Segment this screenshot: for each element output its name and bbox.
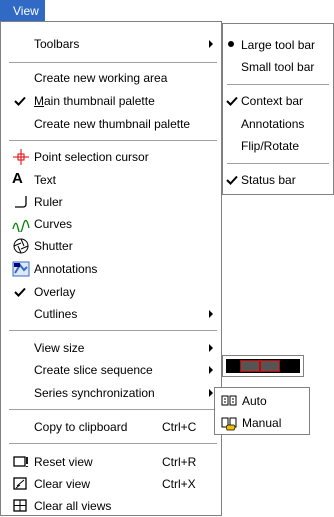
menu-item-label: Clear view xyxy=(34,477,91,491)
shortcut-label: Ctrl+R xyxy=(162,455,197,469)
slice-cell[interactable] xyxy=(260,360,280,372)
checkmark-icon xyxy=(14,287,26,297)
shortcut-label: Ctrl+X xyxy=(162,477,196,491)
menu-item-label: Annotations xyxy=(34,262,98,276)
submenu-arrow-icon xyxy=(209,366,213,374)
menu-item-label: View size xyxy=(34,341,85,355)
crosshair-icon xyxy=(13,149,29,165)
slice-sequence-grid[interactable] xyxy=(226,359,300,373)
menu-item-label: Context bar xyxy=(241,94,304,108)
clear-all-views-icon xyxy=(13,499,27,512)
menu-item-label: Series synchronization xyxy=(34,386,155,400)
separator xyxy=(9,330,217,331)
menu-item-label: Ruler xyxy=(34,195,63,209)
separator xyxy=(227,163,329,164)
separator xyxy=(227,84,329,85)
menu-item-main-thumbnail-palette[interactable]: Main thumbnail palette xyxy=(1,90,221,112)
checkmark-icon xyxy=(14,96,26,106)
menu-item-overlay[interactable]: Overlay xyxy=(1,281,221,303)
manual-sync-icon xyxy=(221,417,237,431)
menu-item-label: Create new working area xyxy=(34,71,168,85)
menu-item-curves[interactable]: Curves xyxy=(1,213,221,235)
menu-item-context-bar[interactable]: Context bar xyxy=(223,90,333,112)
menu-item-shutter[interactable]: Shutter xyxy=(1,235,221,257)
separator xyxy=(9,62,217,63)
menu-item-label: Create slice sequence xyxy=(34,363,153,377)
slice-cell[interactable] xyxy=(240,360,260,372)
view-menu-label: View xyxy=(13,3,39,18)
menu-item-label-text: ain thumbnail palette xyxy=(44,94,155,108)
shutter-icon xyxy=(13,238,29,254)
menu-item-label: Cutlines xyxy=(34,307,78,321)
clear-view-icon xyxy=(13,477,27,490)
menu-item-text[interactable]: A Text xyxy=(1,169,221,191)
menu-item-cutlines[interactable]: Cutlines xyxy=(1,303,221,325)
text-icon: A xyxy=(12,170,23,187)
menu-item-label: Small tool bar xyxy=(241,60,315,74)
submenu-arrow-icon xyxy=(209,344,213,352)
menu-item-toolbars[interactable]: Toolbars xyxy=(1,33,221,55)
menu-item-label: Annotations xyxy=(241,117,305,131)
reset-view-icon xyxy=(13,456,28,467)
series-synchronization-submenu: Auto Manual xyxy=(214,387,310,435)
menu-item-label: Create new thumbnail palette xyxy=(34,117,191,131)
menu-item-label: Toolbars xyxy=(34,37,80,51)
menu-item-copy-to-clipboard[interactable]: Copy to clipboard Ctrl+C xyxy=(1,416,221,438)
shortcut-label: Ctrl+C xyxy=(162,420,197,434)
menu-item-label: Point selection cursor xyxy=(34,150,149,164)
checkmark-icon xyxy=(226,175,238,185)
submenu-arrow-icon xyxy=(209,389,213,397)
menu-item-create-new-working-area[interactable]: Create new working area xyxy=(1,67,221,89)
menu-item-view-size[interactable]: View size xyxy=(1,337,221,359)
menu-item-large-tool-bar[interactable]: Large tool bar xyxy=(223,34,333,56)
menu-item-clear-view[interactable]: Clear view Ctrl+X xyxy=(1,473,221,495)
menu-item-label: Large tool bar xyxy=(241,38,316,52)
separator xyxy=(9,140,217,141)
menu-item-create-slice-sequence[interactable]: Create slice sequence xyxy=(1,359,221,381)
menu-item-label: Text xyxy=(34,173,57,187)
menu-item-point-selection-cursor[interactable]: Point selection cursor xyxy=(1,146,221,168)
menu-item-label: Auto xyxy=(242,394,267,408)
separator xyxy=(9,443,217,444)
slice-sequence-submenu xyxy=(222,355,304,377)
menu-item-annotations-toolbar[interactable]: Annotations xyxy=(223,113,333,135)
radio-bullet-icon xyxy=(228,41,234,47)
menu-item-manual-sync[interactable]: Manual xyxy=(215,412,309,434)
menu-item-annotations[interactable]: Annotations xyxy=(1,258,221,280)
menu-item-label: Copy to clipboard xyxy=(34,420,128,434)
menu-item-clear-all-views[interactable]: Clear all views xyxy=(1,495,221,517)
ruler-icon xyxy=(15,196,27,208)
menu-item-auto-sync[interactable]: Auto xyxy=(215,390,309,412)
menu-item-label: Overlay xyxy=(34,285,76,299)
checkmark-icon xyxy=(226,96,238,106)
menu-item-small-tool-bar[interactable]: Small tool bar xyxy=(223,56,333,78)
menu-item-label: Shutter xyxy=(34,239,73,253)
toolbars-submenu: Large tool bar Small tool bar Context ba… xyxy=(222,23,334,195)
menu-item-flip-rotate[interactable]: Flip/Rotate xyxy=(223,135,333,157)
menu-item-series-synchronization[interactable]: Series synchronization xyxy=(1,382,221,404)
menu-item-label: Clear all views xyxy=(34,499,112,513)
menu-item-label: Curves xyxy=(34,217,73,231)
menu-item-label: Manual xyxy=(242,416,282,430)
separator xyxy=(9,409,217,410)
menu-item-label: Reset view xyxy=(34,455,93,469)
submenu-arrow-icon xyxy=(209,310,213,318)
menu-item-status-bar[interactable]: Status bar xyxy=(223,169,333,191)
menu-item-label: Status bar xyxy=(241,173,296,187)
curves-icon xyxy=(12,219,30,232)
submenu-arrow-icon xyxy=(209,40,213,48)
menu-item-label: Main thumbnail palette xyxy=(34,94,155,108)
menu-item-create-new-thumbnail-palette[interactable]: Create new thumbnail palette xyxy=(1,113,221,135)
menu-item-label: Flip/Rotate xyxy=(241,139,300,153)
view-menu-tab[interactable]: View xyxy=(0,0,45,21)
view-menu: Toolbars Create new working area Main th… xyxy=(0,21,222,516)
auto-sync-icon xyxy=(221,395,237,406)
menu-item-ruler[interactable]: Ruler xyxy=(1,191,221,213)
annotations-icon xyxy=(12,261,30,277)
menu-item-reset-view[interactable]: Reset view Ctrl+R xyxy=(1,451,221,473)
